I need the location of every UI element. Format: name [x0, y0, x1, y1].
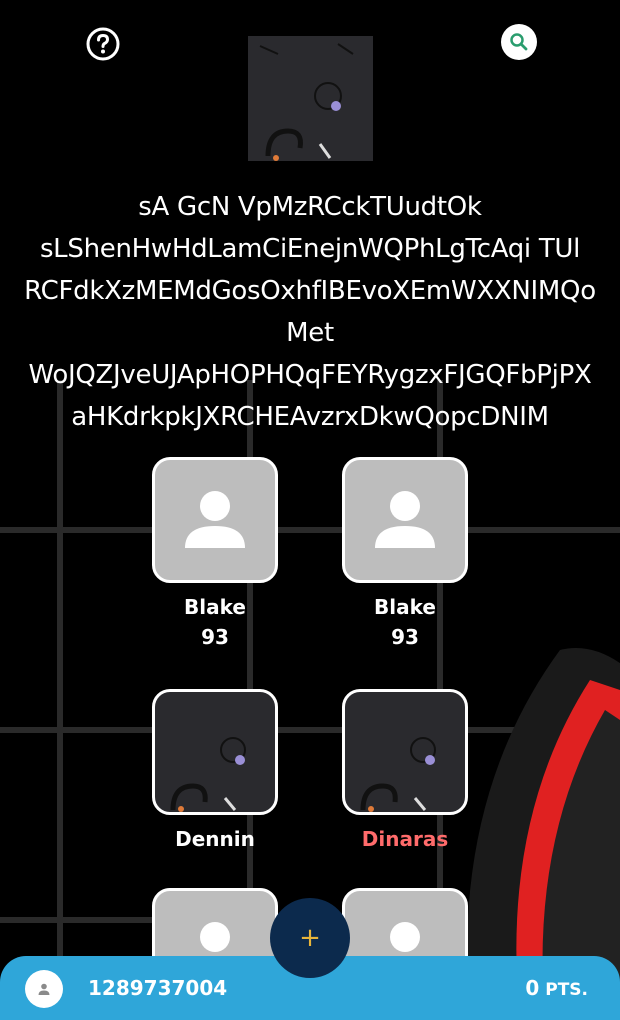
avatar-placeholder	[342, 457, 468, 583]
player-name: Dinaras	[361, 827, 449, 851]
user-icon	[375, 491, 435, 548]
user-icon	[185, 491, 245, 548]
pattern-image-icon	[170, 737, 246, 812]
avatar-image	[342, 689, 468, 815]
game-screen: sA GcN VpMzRCckTUudtOk sLShenHwHdLamCiEn…	[0, 0, 620, 1020]
player-score: 93	[201, 625, 229, 649]
points-value: 0	[525, 976, 540, 1000]
search-icon	[510, 33, 528, 51]
page-title: sA GcN VpMzRCckTUudtOk sLShenHwHdLamCiEn…	[24, 192, 596, 432]
user-id: 1289737004	[88, 976, 228, 1000]
pattern-image-icon	[360, 737, 436, 812]
search-button[interactable]	[501, 24, 537, 60]
profile-avatar-button[interactable]	[25, 970, 63, 1008]
points-unit: PTS.	[545, 980, 588, 1000]
player-name: Blake	[184, 595, 246, 619]
hero-image	[248, 36, 373, 161]
player-score: 93	[391, 625, 419, 649]
player-name: Dennin	[175, 827, 255, 851]
player-card[interactable]: Dennin	[152, 689, 278, 851]
player-name: Blake	[374, 595, 436, 619]
question-circle-icon	[86, 27, 120, 61]
avatar-image	[152, 689, 278, 815]
player-card[interactable]: Blake 93	[342, 457, 468, 649]
plus-icon: +	[299, 923, 321, 953]
avatar-placeholder	[152, 457, 278, 583]
user-icon	[38, 983, 50, 995]
help-button[interactable]	[86, 27, 120, 61]
points-display: 0 PTS.	[525, 976, 588, 1000]
player-card[interactable]: Blake 93	[152, 457, 278, 649]
player-card[interactable]: Dinaras	[342, 689, 468, 851]
add-button[interactable]: +	[270, 898, 350, 978]
